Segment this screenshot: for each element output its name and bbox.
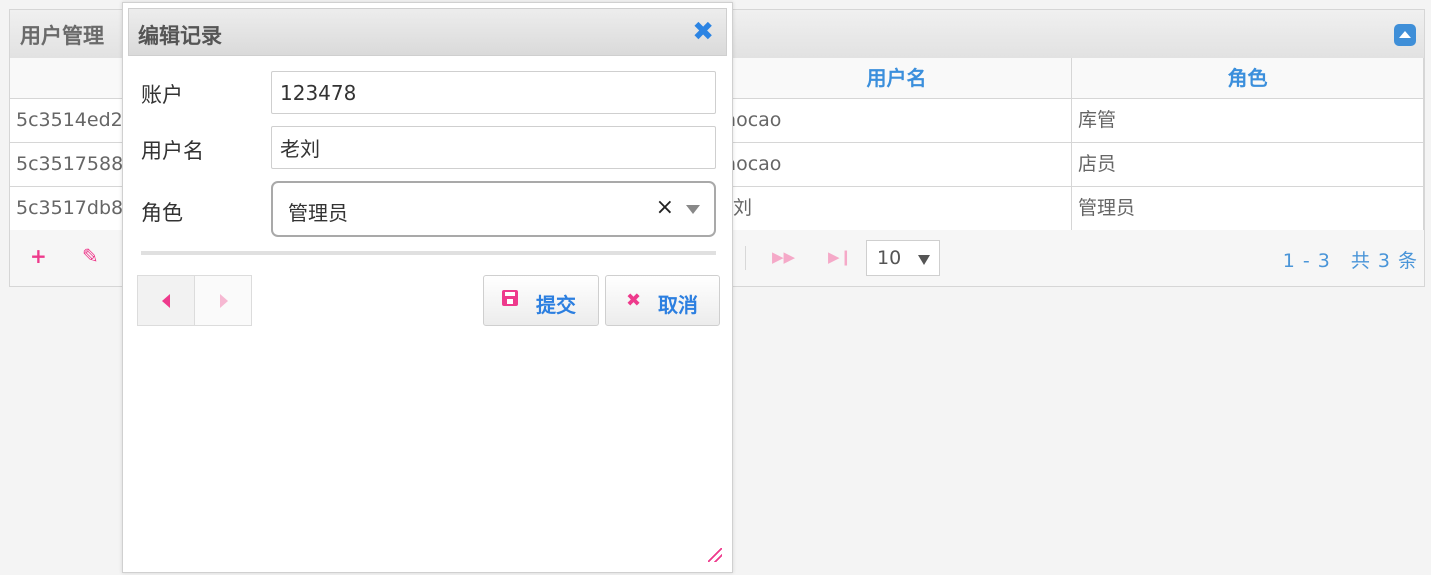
clear-icon[interactable]: × xyxy=(656,195,674,220)
save-icon xyxy=(502,290,518,311)
pager-divider xyxy=(745,246,746,270)
chevron-down-icon[interactable] xyxy=(686,205,700,214)
prev-record-button[interactable] xyxy=(137,275,195,326)
cell-role: 库管 xyxy=(1072,99,1424,142)
next-record-button[interactable] xyxy=(194,275,252,326)
collapse-icon[interactable] xyxy=(1394,24,1416,46)
dialog-title: 编辑记录 xyxy=(138,24,222,48)
cell-username: caocao xyxy=(722,143,1072,186)
last-page-icon[interactable]: ▶❙ xyxy=(828,248,852,266)
pencil-icon[interactable]: ✎ xyxy=(82,244,99,268)
account-label: 账户 xyxy=(141,83,183,107)
dialog-titlebar[interactable]: 编辑记录 ✖ xyxy=(128,8,727,56)
page-size-value: 10 xyxy=(877,247,902,269)
cell-role: 管理员 xyxy=(1072,187,1424,230)
cancel-label: 取消 xyxy=(658,293,698,317)
account-input[interactable] xyxy=(271,71,716,114)
edit-record-dialog: 编辑记录 ✖ 账户 用户名 角色 管理员 × 提交 ✖ 取消 xyxy=(122,2,733,573)
page-size-select[interactable]: 10 xyxy=(866,240,940,276)
username-input[interactable] xyxy=(271,126,716,169)
cell-username: caocao xyxy=(722,99,1072,142)
pager-info: 1 - 3 共 3 条 xyxy=(1282,250,1418,272)
close-icon[interactable]: ✖ xyxy=(692,17,714,47)
role-select[interactable]: 管理员 × xyxy=(271,181,716,237)
next-page-icon[interactable]: ▶▶ xyxy=(772,248,795,266)
chevron-down-icon xyxy=(918,255,930,265)
cancel-button[interactable]: ✖ 取消 xyxy=(605,275,720,326)
submit-button[interactable]: 提交 xyxy=(483,275,599,326)
cell-username: 老刘 xyxy=(722,187,1072,230)
grid-title: 用户管理 xyxy=(20,24,104,48)
role-label: 角色 xyxy=(141,201,183,225)
dialog-divider xyxy=(141,251,716,255)
role-select-value: 管理员 xyxy=(288,201,348,225)
resize-handle-icon[interactable] xyxy=(708,548,722,562)
column-header-username[interactable]: 用户名 xyxy=(722,58,1072,98)
submit-label: 提交 xyxy=(536,293,576,317)
username-label: 用户名 xyxy=(141,139,204,163)
cell-role: 店员 xyxy=(1072,143,1424,186)
close-icon: ✖ xyxy=(626,290,642,311)
plus-icon[interactable]: + xyxy=(30,244,47,268)
column-header-role[interactable]: 角色 xyxy=(1072,58,1424,98)
